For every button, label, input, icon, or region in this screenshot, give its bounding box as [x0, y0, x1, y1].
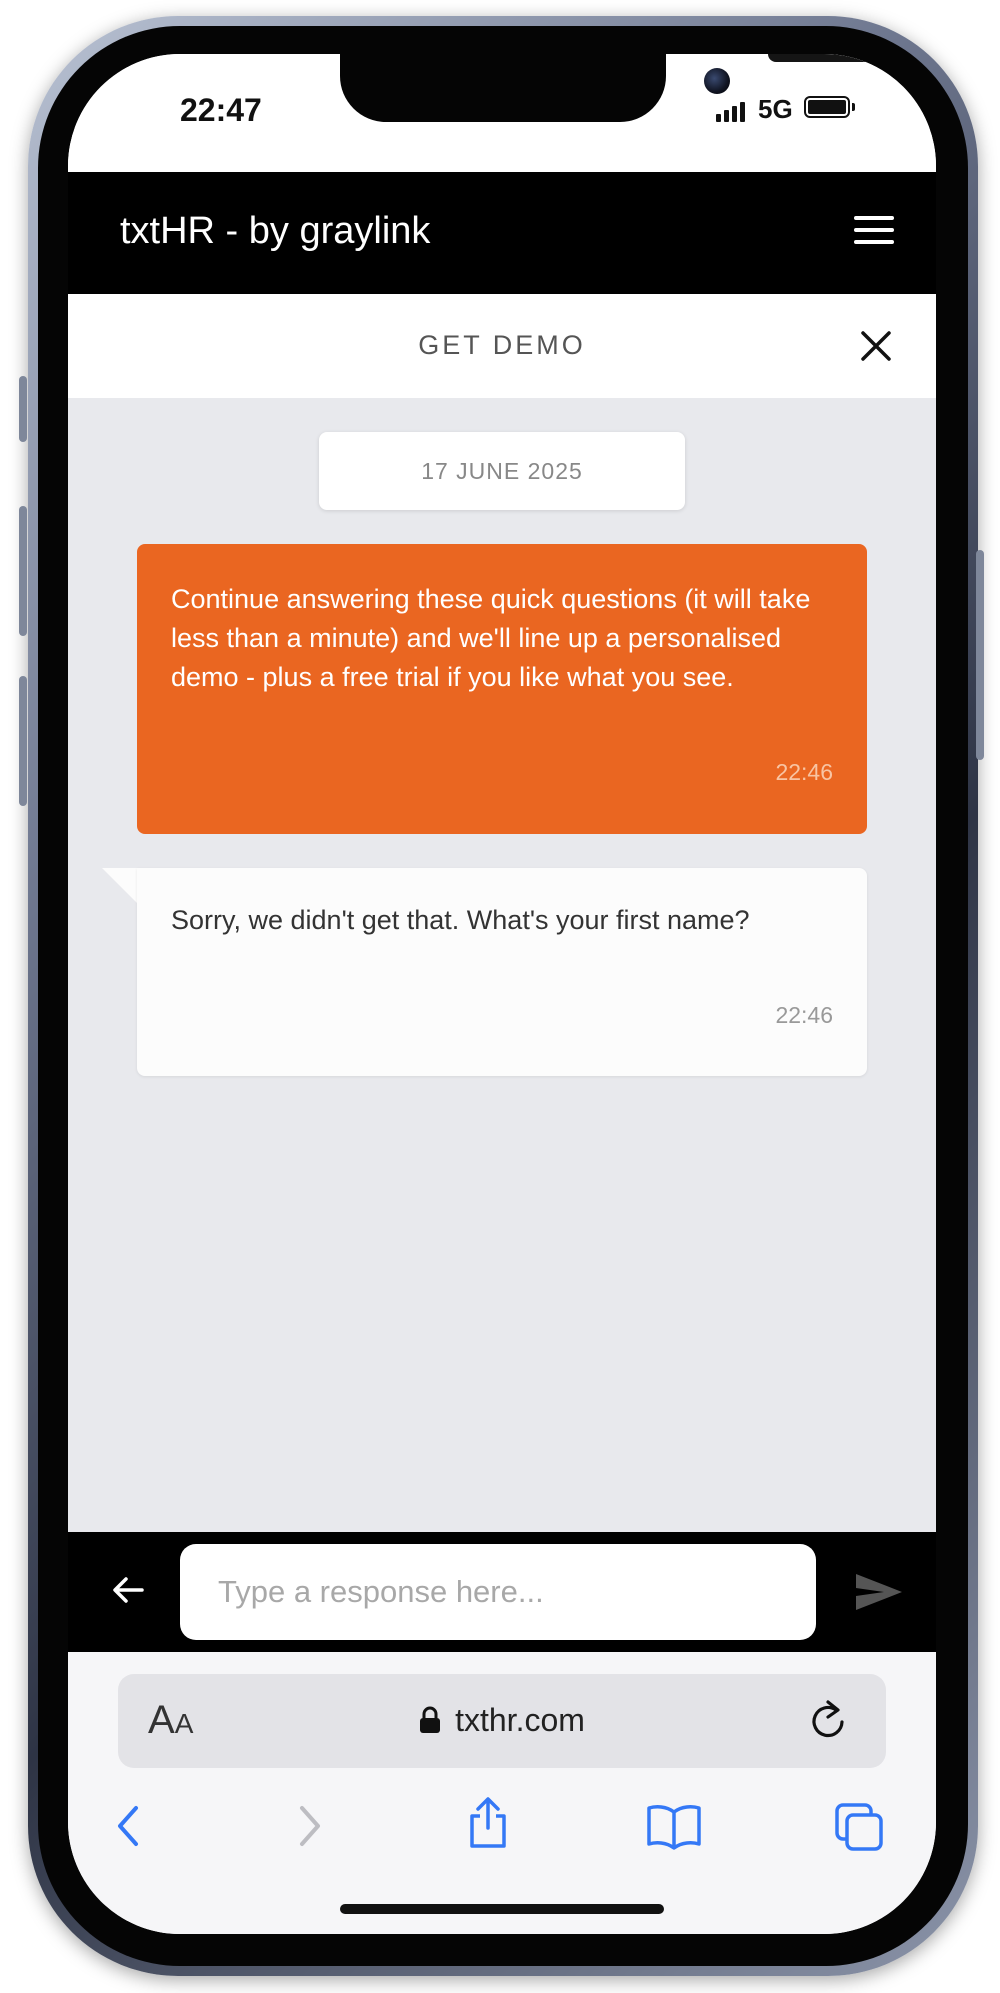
browser-chrome: AA txthr.com — [68, 1652, 936, 1934]
battery-icon — [804, 96, 850, 118]
front-camera — [704, 68, 730, 94]
arrow-left-icon[interactable] — [108, 1570, 148, 1610]
message-text: Sorry, we didn't get that. What's your f… — [171, 905, 750, 935]
message-time: 22:46 — [775, 1002, 833, 1028]
hamburger-menu-icon[interactable] — [854, 216, 894, 248]
side-button-silent — [19, 376, 27, 442]
message-text: Continue answering these quick questions… — [171, 584, 811, 692]
status-time: 22:47 — [180, 92, 262, 128]
share-icon[interactable] — [466, 1796, 510, 1850]
chat-area[interactable]: 17 JUNE 2025 Continue answering these qu… — [68, 398, 936, 1532]
side-button-power — [976, 550, 984, 760]
signal-icon — [716, 100, 745, 122]
response-input[interactable] — [180, 1544, 816, 1640]
dynamic-notch — [340, 54, 936, 122]
phone-screen: 22:47 5G txtHR - by graylink GET DEMO 17… — [68, 54, 936, 1934]
status-bar: 22:47 5G — [68, 54, 936, 172]
battery-level — [808, 100, 846, 114]
lock-icon — [420, 1706, 441, 1733]
address-bar[interactable]: AA txthr.com — [118, 1674, 886, 1768]
composer-bar — [68, 1532, 936, 1652]
message-time: 22:46 — [775, 759, 833, 785]
date-separator: 17 JUNE 2025 — [319, 432, 685, 510]
battery-nub — [852, 103, 855, 111]
panel-title: GET DEMO — [418, 330, 586, 360]
back-icon[interactable] — [114, 1802, 144, 1850]
tabs-icon[interactable] — [834, 1802, 886, 1854]
side-button-volume-up — [19, 506, 27, 636]
app-title: txtHR - by graylink — [120, 210, 431, 252]
home-indicator[interactable] — [340, 1904, 664, 1914]
speaker-grille — [768, 54, 936, 62]
panel-header: GET DEMO — [68, 294, 936, 398]
app-header: txtHR - by graylink — [68, 172, 936, 294]
message-tail — [102, 868, 138, 904]
bookmarks-icon[interactable] — [646, 1802, 702, 1850]
url-text: txthr.com — [455, 1702, 585, 1738]
close-icon[interactable] — [858, 328, 894, 364]
message-outgoing: Continue answering these quick questions… — [137, 544, 867, 834]
reload-icon[interactable] — [806, 1696, 850, 1744]
send-icon[interactable] — [854, 1570, 904, 1614]
network-type: 5G — [758, 94, 793, 124]
url-display: txthr.com — [118, 1702, 886, 1739]
message-incoming: Sorry, we didn't get that. What's your f… — [137, 868, 867, 1076]
side-button-volume-down — [19, 676, 27, 806]
forward-icon[interactable] — [294, 1802, 324, 1850]
